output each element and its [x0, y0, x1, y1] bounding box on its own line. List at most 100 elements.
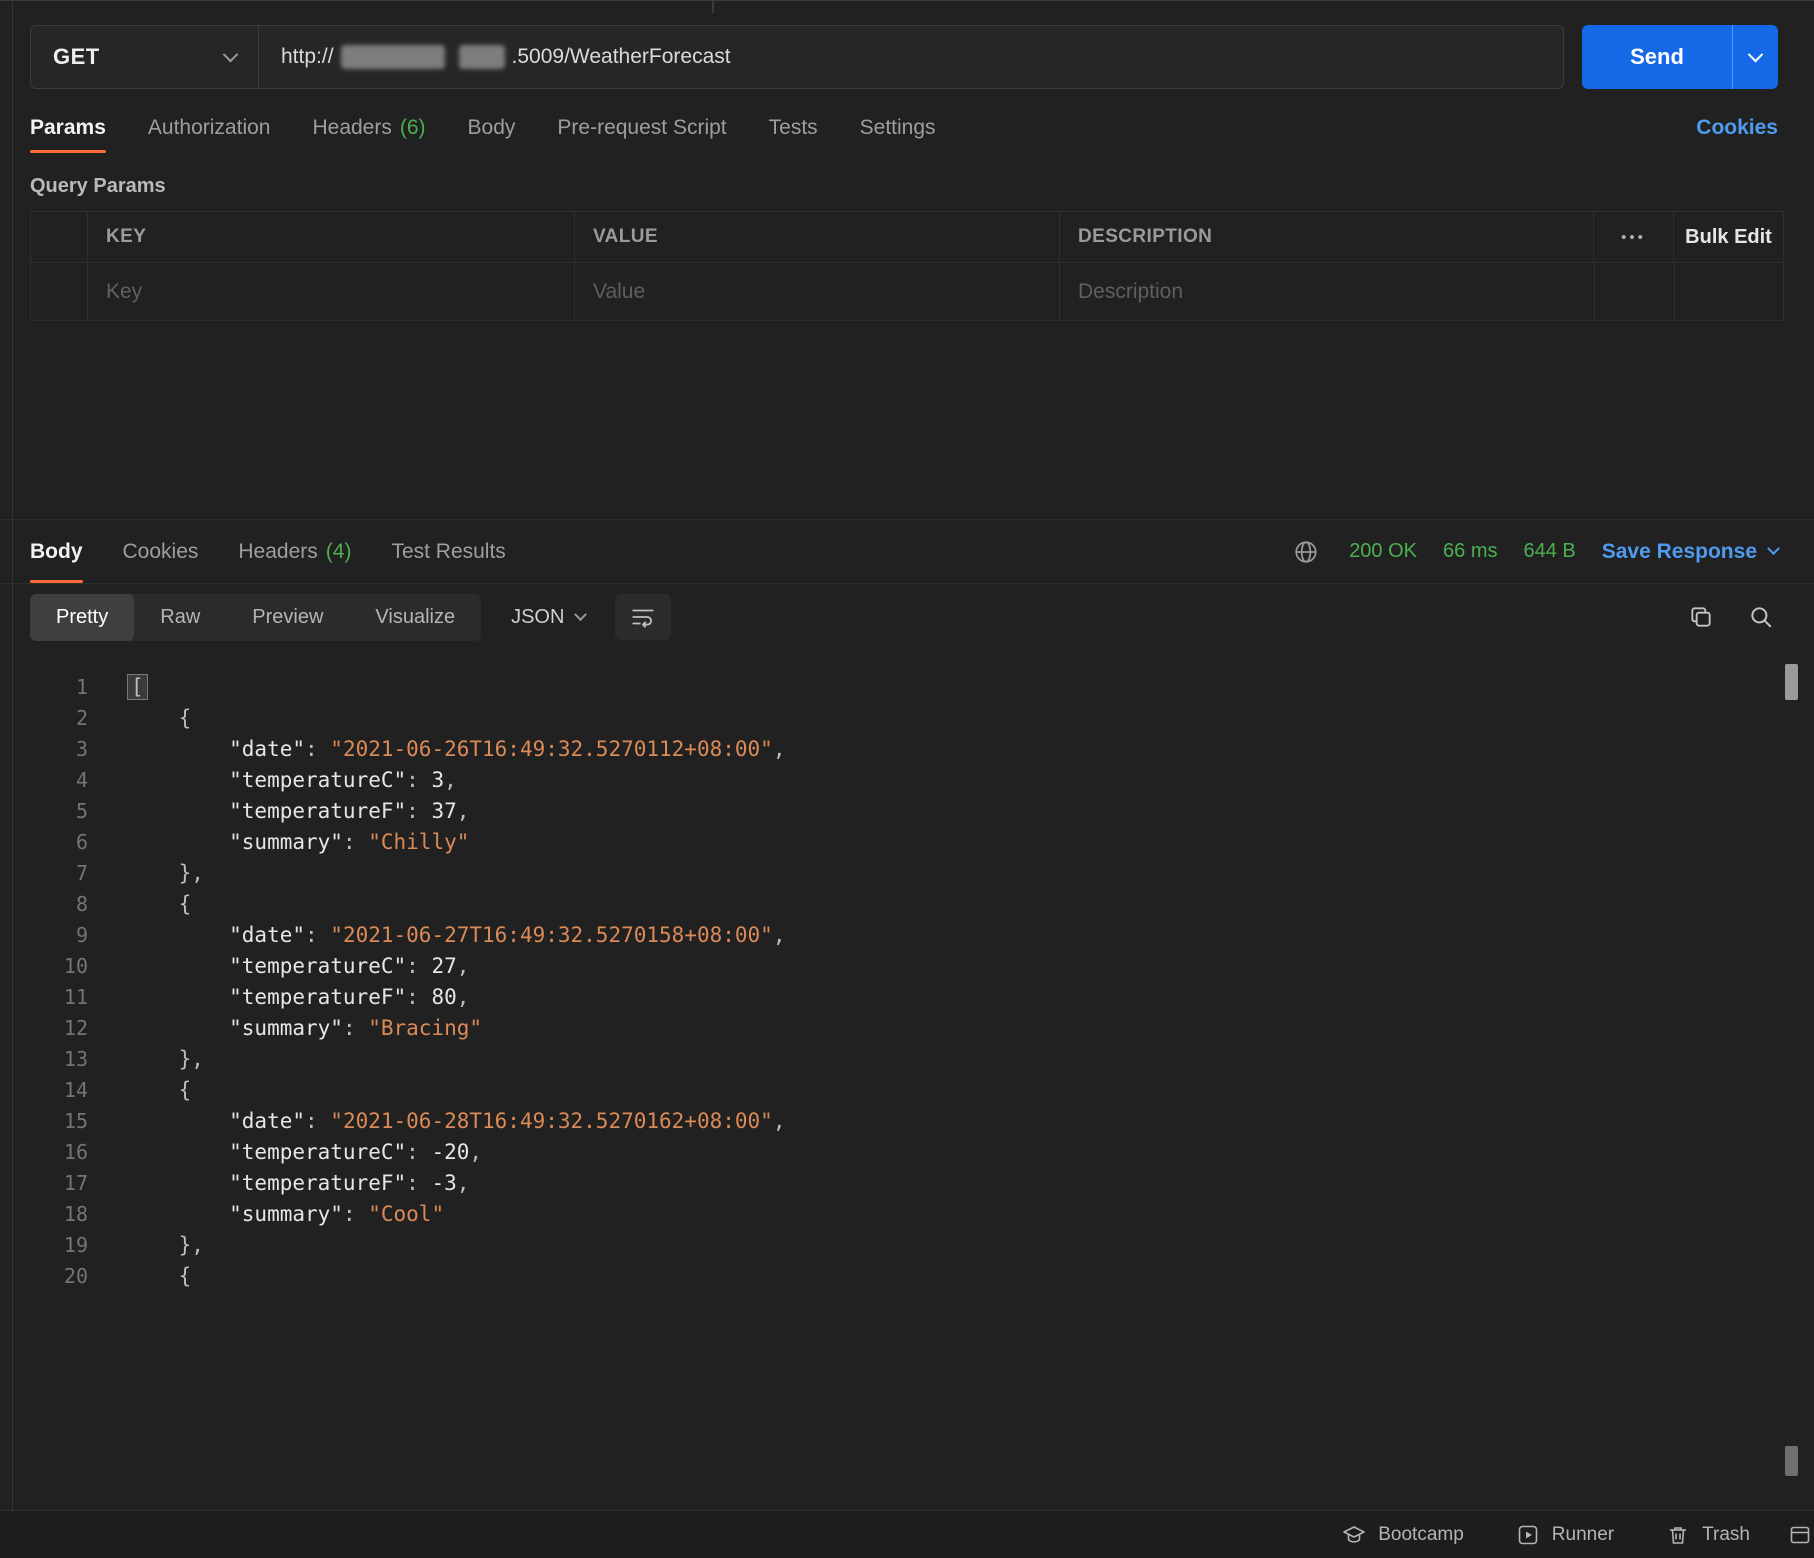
tab-authorization[interactable]: Authorization — [148, 99, 271, 157]
bootcamp-label: Bootcamp — [1378, 1524, 1464, 1546]
search-icon[interactable] — [1744, 600, 1778, 634]
response-meta: 200 OK 66 ms 644 B Save Response — [1289, 520, 1778, 583]
url-group: GET http://.5009/WeatherForecast — [30, 25, 1564, 89]
code-line: 8{ — [0, 889, 1814, 920]
code-line: 11"temperatureF": 80, — [0, 982, 1814, 1013]
url-suffix: .5009/WeatherForecast — [512, 45, 731, 69]
save-response-button[interactable]: Save Response — [1602, 540, 1778, 564]
response-tab-headers[interactable]: Headers (4) — [238, 520, 351, 583]
bulk-edit-button[interactable]: Bulk Edit — [1685, 226, 1772, 249]
code-line: 4"temperatureC": 3, — [0, 765, 1814, 796]
trash-label: Trash — [1702, 1524, 1750, 1546]
tab-label: Test Results — [391, 540, 505, 564]
tab-label: Headers — [312, 116, 391, 140]
view-mode-preview[interactable]: Preview — [226, 594, 349, 641]
runner-button[interactable]: Runner — [1516, 1523, 1614, 1547]
column-header-value: VALUE — [593, 226, 658, 248]
code-line: 20{ — [0, 1261, 1814, 1292]
code-line: 6"summary": "Chilly" — [0, 827, 1814, 858]
response-toolbar: Pretty Raw Preview Visualize JSON — [0, 584, 1814, 650]
response-body-editor[interactable]: 1[2{3"date": "2021-06-26T16:49:32.527011… — [0, 650, 1814, 1510]
tab-label: Authorization — [148, 116, 271, 140]
response-time: 66 ms — [1443, 540, 1497, 563]
response-tab-cookies[interactable]: Cookies — [123, 520, 199, 583]
url-input[interactable]: http://.5009/WeatherForecast — [259, 26, 1563, 88]
code-line: 9"date": "2021-06-27T16:49:32.5270158+08… — [0, 920, 1814, 951]
response-section: Body Cookies Headers (4) Test Results 20… — [0, 519, 1814, 1510]
code-line: 12"summary": "Bracing" — [0, 1013, 1814, 1044]
graduation-cap-icon — [1342, 1523, 1366, 1547]
save-response-label: Save Response — [1602, 540, 1757, 564]
network-globe-icon[interactable] — [1289, 535, 1323, 569]
tab-pre-request-script[interactable]: Pre-request Script — [557, 99, 726, 157]
bootcamp-button[interactable]: Bootcamp — [1342, 1523, 1464, 1547]
request-tabs: Params Authorization Headers (6) Body Pr… — [30, 99, 1778, 157]
table-header-row: KEY VALUE DESCRIPTION ••• Bulk Edit — [30, 211, 1784, 263]
format-label: JSON — [511, 606, 564, 629]
cookies-link[interactable]: Cookies — [1696, 99, 1778, 157]
headers-count-badge: (4) — [326, 540, 352, 564]
tab-label: Settings — [860, 116, 936, 140]
chevron-down-icon — [1767, 542, 1780, 555]
tab-label: Headers — [238, 540, 317, 564]
code-line: 17"temperatureF": -3, — [0, 1168, 1814, 1199]
runner-label: Runner — [1552, 1524, 1614, 1546]
runner-icon — [1516, 1523, 1540, 1547]
code-line: 16"temperatureC": -20, — [0, 1137, 1814, 1168]
wrap-text-button[interactable] — [615, 594, 671, 640]
more-actions-icon[interactable]: ••• — [1621, 229, 1646, 246]
code-line: 14{ — [0, 1075, 1814, 1106]
panel-toggle-icon[interactable] — [1788, 1523, 1812, 1547]
response-tab-test-results[interactable]: Test Results — [391, 520, 505, 583]
headers-count-badge: (6) — [400, 116, 426, 140]
scrollbar-thumb[interactable] — [1785, 664, 1798, 700]
code-line: 2{ — [0, 703, 1814, 734]
status-bar: Bootcamp Runner Trash — [0, 1510, 1814, 1558]
request-tab-divider — [712, 1, 714, 13]
status-badge: 200 OK — [1349, 540, 1417, 563]
row-handle-cell — [30, 212, 88, 262]
description-field[interactable] — [1078, 280, 1576, 304]
tab-body[interactable]: Body — [468, 99, 516, 157]
code-line: 18"summary": "Cool" — [0, 1199, 1814, 1230]
view-mode-switcher: Pretty Raw Preview Visualize — [30, 594, 481, 641]
view-mode-visualize[interactable]: Visualize — [349, 594, 481, 641]
trash-icon — [1666, 1523, 1690, 1547]
tab-label: Tests — [769, 116, 818, 140]
redacted-segment — [459, 45, 505, 69]
tab-params[interactable]: Params — [30, 99, 106, 157]
code-line: 3"date": "2021-06-26T16:49:32.5270112+08… — [0, 734, 1814, 765]
scrollbar-bottom-mark[interactable] — [1785, 1446, 1798, 1476]
postman-app: GET http://.5009/WeatherForecast Send Pa… — [0, 0, 1814, 1558]
tab-label: Pre-request Script — [557, 116, 726, 140]
code-line: 7}, — [0, 858, 1814, 889]
tab-label: Body — [468, 116, 516, 140]
table-row — [30, 263, 1784, 321]
chevron-down-icon — [1748, 46, 1764, 62]
redacted-segment — [341, 45, 445, 69]
key-field[interactable] — [106, 280, 556, 304]
send-split-button: Send — [1582, 25, 1778, 89]
tab-headers[interactable]: Headers (6) — [312, 99, 425, 157]
tab-settings[interactable]: Settings — [860, 99, 936, 157]
method-label: GET — [53, 44, 100, 70]
send-button[interactable]: Send — [1582, 25, 1732, 89]
code-line: 1[ — [0, 672, 1814, 703]
format-select[interactable]: JSON — [511, 606, 585, 629]
toolbar-right — [1684, 600, 1778, 634]
view-mode-pretty[interactable]: Pretty — [30, 594, 134, 641]
chevron-down-icon — [223, 46, 239, 62]
response-tab-body[interactable]: Body — [30, 520, 83, 583]
copy-icon[interactable] — [1684, 600, 1718, 634]
tab-label: Cookies — [123, 540, 199, 564]
trash-button[interactable]: Trash — [1666, 1523, 1750, 1547]
top-strip — [0, 1, 1814, 13]
send-options-button[interactable] — [1732, 25, 1778, 89]
value-field[interactable] — [593, 280, 1041, 304]
tab-tests[interactable]: Tests — [769, 99, 818, 157]
tab-label: Params — [30, 116, 106, 140]
view-mode-raw[interactable]: Raw — [134, 594, 226, 641]
code-line: 13}, — [0, 1044, 1814, 1075]
code-line: 5"temperatureF": 37, — [0, 796, 1814, 827]
method-select[interactable]: GET — [31, 26, 259, 88]
